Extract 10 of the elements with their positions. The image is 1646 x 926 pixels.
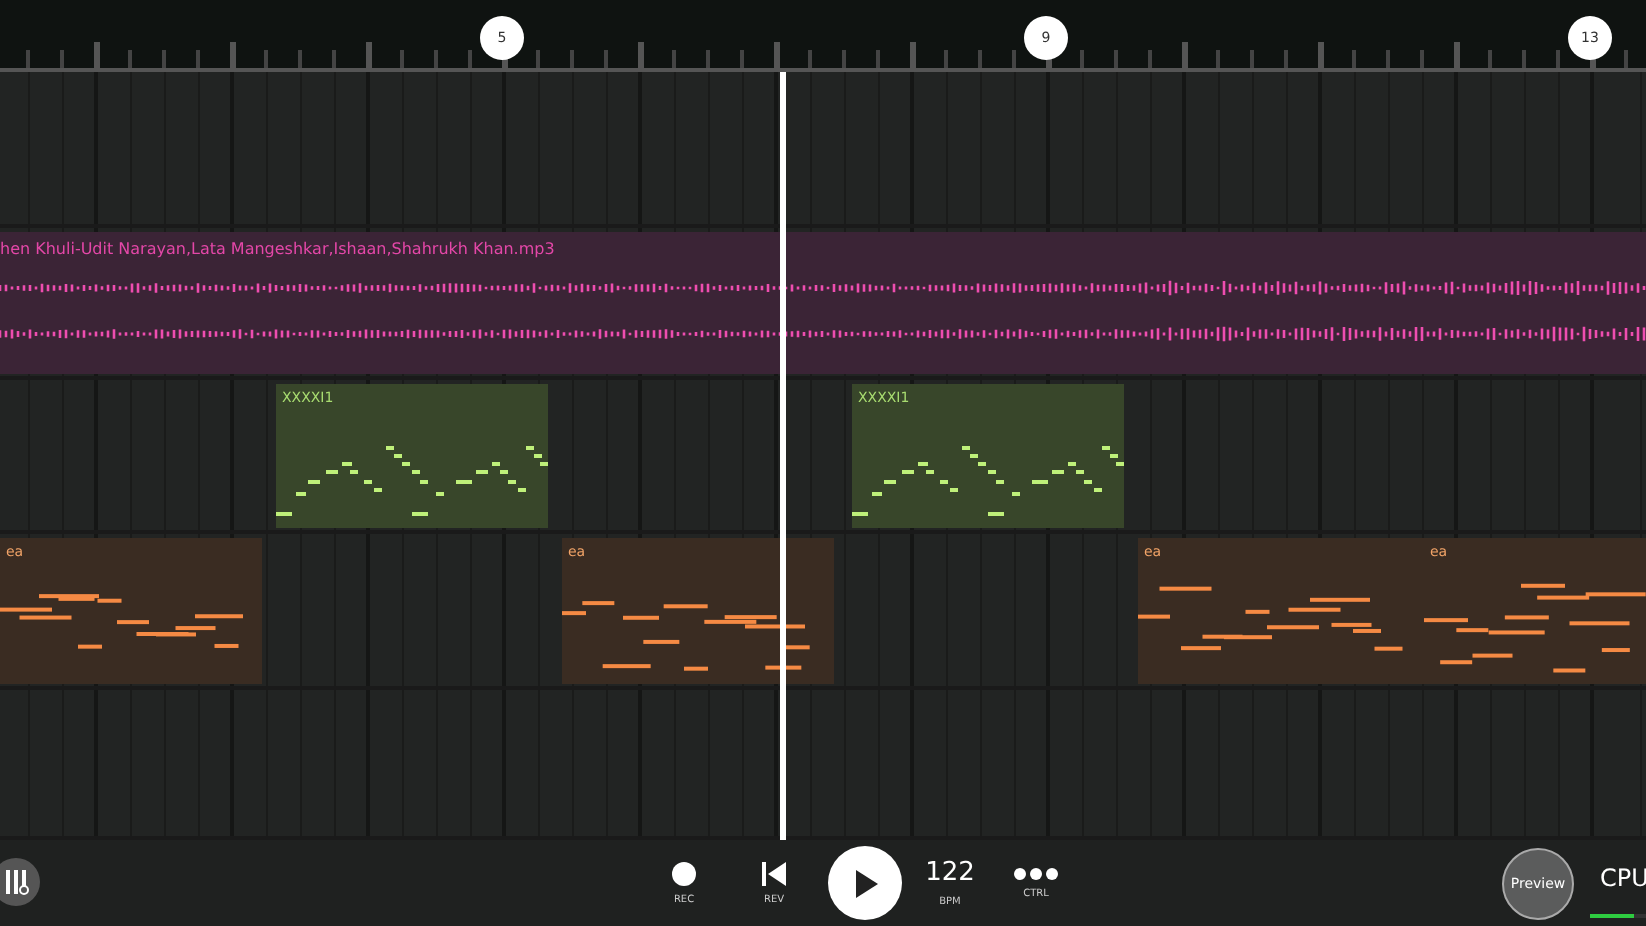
mixer-button[interactable] — [0, 858, 40, 906]
audio-clip-name: hen Khuli-Udit Narayan,Lata Mangeshkar,Ishaan,Shahrukh Khan.mp3 — [0, 240, 555, 258]
record-icon — [672, 861, 696, 885]
skip-back-icon — [762, 861, 786, 885]
cpu-label: CPU — [1600, 864, 1646, 892]
audio-clip[interactable]: hen Khuli-Udit Narayan,Lata Mangeshkar,Ishaan,Shahrukh Khan.mp3 — [0, 232, 1646, 374]
more-icon — [1014, 867, 1058, 879]
play-button[interactable] — [828, 846, 902, 920]
play-icon — [853, 869, 877, 897]
sliders-icon — [2, 868, 30, 896]
